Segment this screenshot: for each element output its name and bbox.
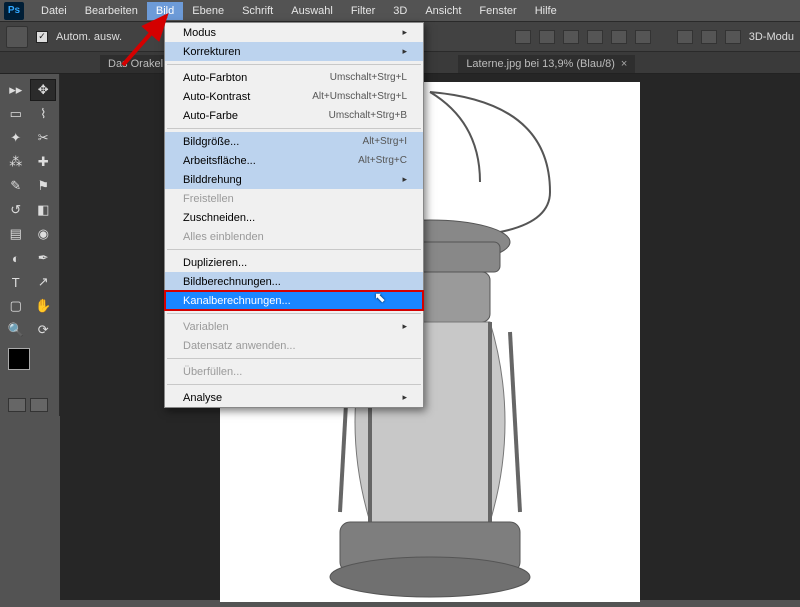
menu-item-datensatz-anwenden-: Datensatz anwenden... bbox=[165, 336, 423, 355]
menu-item-zuschneiden-[interactable]: Zuschneiden... bbox=[165, 208, 423, 227]
menu-separator bbox=[167, 384, 421, 385]
menu-separator bbox=[167, 358, 421, 359]
screenmode-button[interactable] bbox=[30, 398, 48, 412]
tool-preset-icon[interactable] bbox=[6, 26, 28, 48]
auto-select-checkbox[interactable]: ✓ bbox=[36, 31, 48, 43]
menu-separator bbox=[167, 249, 421, 250]
blur-tool[interactable]: ◉ bbox=[31, 223, 57, 245]
menu-item-analyse[interactable]: Analyse bbox=[165, 388, 423, 407]
crop-tool[interactable]: ✂ bbox=[31, 127, 57, 149]
eraser-tool[interactable]: ◧ bbox=[31, 199, 57, 221]
menu-item-arbeitsfl-che-[interactable]: Arbeitsfläche...Alt+Strg+C bbox=[165, 151, 423, 170]
menu-item-auto-kontrast[interactable]: Auto-KontrastAlt+Umschalt+Strg+L bbox=[165, 87, 423, 106]
quickmask-button[interactable] bbox=[8, 398, 26, 412]
auto-select-label: Autom. ausw. bbox=[56, 31, 122, 43]
menubar: Ps Datei Bearbeiten Bild Ebene Schrift A… bbox=[0, 0, 800, 22]
dodge-tool[interactable]: ◐ bbox=[3, 247, 29, 269]
menu-3d[interactable]: 3D bbox=[384, 2, 416, 20]
menu-schrift[interactable]: Schrift bbox=[233, 2, 282, 20]
color-swatches[interactable] bbox=[8, 348, 52, 388]
menu-item-bilddrehung[interactable]: Bilddrehung bbox=[165, 170, 423, 189]
align-icon[interactable] bbox=[515, 30, 531, 44]
heal-tool[interactable]: ✚ bbox=[31, 151, 57, 173]
hand-tool[interactable]: ✋ bbox=[31, 295, 57, 317]
menu-hilfe[interactable]: Hilfe bbox=[526, 2, 566, 20]
menu-item-freistellen: Freistellen bbox=[165, 189, 423, 208]
app-logo: Ps bbox=[4, 2, 24, 20]
wand-tool[interactable]: ✦ bbox=[3, 127, 29, 149]
menu-item-kanalberechnungen-[interactable]: Kanalberechnungen... bbox=[165, 291, 423, 310]
brush-tool[interactable]: ✎ bbox=[3, 175, 29, 197]
menu-ebene[interactable]: Ebene bbox=[183, 2, 233, 20]
align-icon[interactable] bbox=[539, 30, 555, 44]
align-icon[interactable] bbox=[611, 30, 627, 44]
align-icon[interactable] bbox=[587, 30, 603, 44]
menu-separator bbox=[167, 313, 421, 314]
menu-item-korrekturen[interactable]: Korrekturen bbox=[165, 42, 423, 61]
menu-item-modus[interactable]: Modus bbox=[165, 23, 423, 42]
distribute-icon[interactable] bbox=[725, 30, 741, 44]
menu-auswahl[interactable]: Auswahl bbox=[282, 2, 342, 20]
stamp-tool[interactable]: ⚑ bbox=[31, 175, 57, 197]
align-icon[interactable] bbox=[563, 30, 579, 44]
menu-item-variablen: Variablen bbox=[165, 317, 423, 336]
menu-separator bbox=[167, 128, 421, 129]
menu-ansicht[interactable]: Ansicht bbox=[416, 2, 470, 20]
menu-item-bildgr-e-[interactable]: Bildgröße...Alt+Strg+I bbox=[165, 132, 423, 151]
menu-bild[interactable]: Bild bbox=[147, 2, 183, 20]
mode-label: 3D-Modu bbox=[749, 31, 794, 43]
type-tool[interactable]: T bbox=[3, 271, 29, 293]
collapse-icon[interactable]: ▸▸ bbox=[3, 79, 28, 101]
history-brush-tool[interactable]: ↺ bbox=[3, 199, 29, 221]
distribute-icon[interactable] bbox=[677, 30, 693, 44]
tab-label: Laterne.jpg bei 13,9% (Blau/8) bbox=[466, 58, 615, 70]
menu-item-auto-farbe[interactable]: Auto-FarbeUmschalt+Strg+B bbox=[165, 106, 423, 125]
menu-fenster[interactable]: Fenster bbox=[470, 2, 525, 20]
foreground-swatch[interactable] bbox=[8, 348, 30, 370]
eyedropper-tool[interactable]: ⁂ bbox=[3, 151, 29, 173]
gradient-tool[interactable]: ▤ bbox=[3, 223, 29, 245]
close-icon[interactable]: × bbox=[621, 58, 627, 70]
menu-bearbeiten[interactable]: Bearbeiten bbox=[76, 2, 147, 20]
menu-item-auto-farbton[interactable]: Auto-FarbtonUmschalt+Strg+L bbox=[165, 68, 423, 87]
move-tool[interactable]: ✥ bbox=[30, 79, 56, 101]
menu-filter[interactable]: Filter bbox=[342, 2, 384, 20]
toolbox: ▸▸✥ ▭⌇ ✦✂ ⁂✚ ✎⚑ ↺◧ ▤◉ ◐✒ T↗ ▢✋ 🔍⟳ bbox=[0, 74, 60, 416]
zoom-tool[interactable]: 🔍 bbox=[3, 319, 29, 341]
menu-datei[interactable]: Datei bbox=[32, 2, 76, 20]
pen-tool[interactable]: ✒ bbox=[31, 247, 57, 269]
marquee-tool[interactable]: ▭ bbox=[3, 103, 29, 125]
shape-tool[interactable]: ▢ bbox=[3, 295, 29, 317]
rotate-tool[interactable]: ⟳ bbox=[31, 319, 57, 341]
bild-dropdown-menu: ModusKorrekturen Auto-FarbtonUmschalt+Str… bbox=[164, 22, 424, 408]
menu-item--berf-llen-: Überfüllen... bbox=[165, 362, 423, 381]
menu-item-bildberechnungen-[interactable]: Bildberechnungen... bbox=[165, 272, 423, 291]
path-tool[interactable]: ↗ bbox=[31, 271, 57, 293]
lasso-tool[interactable]: ⌇ bbox=[31, 103, 57, 125]
distribute-icon[interactable] bbox=[701, 30, 717, 44]
align-icon[interactable] bbox=[635, 30, 651, 44]
document-tab[interactable]: Laterne.jpg bei 13,9% (Blau/8) × bbox=[458, 55, 635, 73]
menu-item-alles-einblenden: Alles einblenden bbox=[165, 227, 423, 246]
menu-separator bbox=[167, 64, 421, 65]
menu-item-duplizieren-[interactable]: Duplizieren... bbox=[165, 253, 423, 272]
